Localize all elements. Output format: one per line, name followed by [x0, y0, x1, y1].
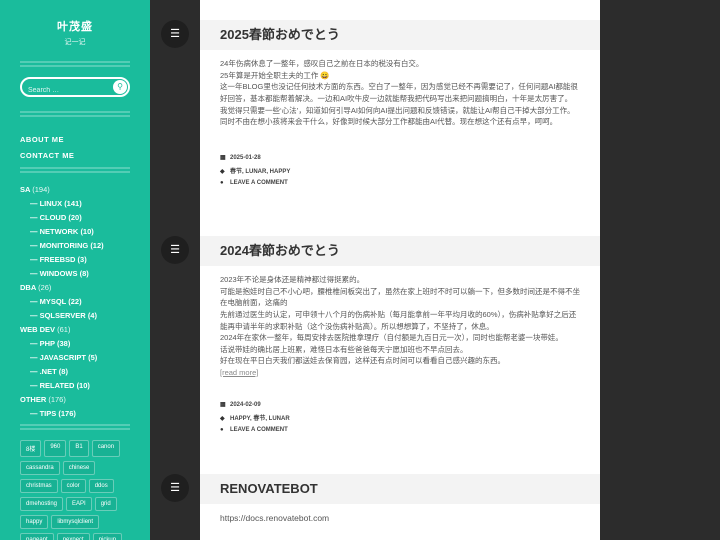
leave-comment-link[interactable]: LEAVE A COMMENT [230, 180, 288, 186]
category-dotnet[interactable]: — .NET (8) [30, 367, 130, 376]
search-icon[interactable]: ⚲ [113, 80, 127, 94]
post-title[interactable]: 2025春節おめでとう [200, 20, 600, 50]
search-input[interactable] [22, 82, 107, 99]
post-paragraph: 话说带娃的确比居上班累，难怪日本有些爸爸每天宁愿加班也不早点回去。 [220, 344, 468, 354]
aside-format-icon[interactable]: ☰ [161, 474, 189, 502]
post-paragraph: 2023年不论是身体还是精神都过得挺累的。 [220, 275, 365, 284]
category-cloud[interactable]: — CLOUD (20) [30, 213, 130, 222]
tag-link[interactable]: 8楼 [20, 440, 42, 457]
post-date[interactable]: 2024-02-09 [230, 402, 261, 408]
category-list: SA (194) — LINUX (141) — CLOUD (20) — NE… [20, 185, 130, 418]
tag-link[interactable]: pexpect [56, 533, 90, 540]
category-web-dev[interactable]: WEB DEV (61) [20, 325, 130, 334]
post-paragraph: 可能是抱娃时自己不小心吧，腰椎椎间板突出了，虽然在家上班时不时可以躺一下，但多数… [220, 286, 580, 308]
divider [20, 61, 130, 67]
tag-link[interactable]: cassandra [20, 461, 60, 475]
category-related[interactable]: — RELATED (10) [30, 381, 130, 390]
tag-cloud: 8楼 960 B1 canon cassandra chinese christ… [20, 440, 130, 540]
category-linux[interactable]: — LINUX (141) [30, 199, 130, 208]
tag-link[interactable]: chinese [62, 461, 96, 475]
post-paragraph: 25年算是开始全职主夫的工作 😀 [220, 70, 330, 80]
post-paragraph: 我觉得只需要一些‘心法’，知道如何引导AI如何向AI提出问题和反馈错误，就能让A… [220, 105, 575, 115]
post-meta: ▦ 2025-01-28 ◆ 春节, LUNAR, HAPPY ● LEAVE A C… [200, 128, 600, 186]
content-area: 2025春節おめでとう 24年伤病休息了一整年，感叹自己之前在日本的税没有白交。… [200, 0, 600, 540]
post-tags[interactable]: HAPPY, 春节, LUNAR [230, 416, 290, 422]
category-monitoring[interactable]: — MONITORING (12) [30, 241, 130, 250]
category-network[interactable]: — NETWORK (10) [30, 227, 130, 236]
post-link[interactable]: https://docs.renovatebot.com [220, 512, 580, 525]
nav-contact-me[interactable]: CONTACT ME [20, 151, 130, 160]
tag-link[interactable]: pageant [20, 533, 54, 540]
tag-link[interactable]: B1 [69, 440, 89, 457]
page-nav: ABOUT ME CONTACT ME [20, 135, 130, 160]
tag-link[interactable]: grid [94, 497, 117, 511]
tag-link[interactable]: happy [20, 515, 49, 529]
post: 2024春節おめでとう 2023年不论是身体还是精神都过得挺累的。 可能是抱娃时… [200, 236, 600, 438]
nav-about-me[interactable]: ABOUT ME [20, 135, 130, 144]
site-title[interactable]: 叶茂盛 [0, 18, 150, 34]
post-content: https://docs.renovatebot.com [200, 504, 600, 525]
category-other[interactable]: OTHER (176) [20, 395, 130, 404]
post-tags[interactable]: 春节, LUNAR, HAPPY [230, 169, 290, 175]
post-paragraph: 24年伤病休息了一整年，感叹自己之前在日本的税没有白交。 [220, 59, 424, 68]
post-meta: ▦ 2024-02-09 ◆ HAPPY, 春节, LUNAR ● LEAVE A C… [200, 379, 600, 433]
tag-icon: ◆ [220, 415, 225, 422]
site-description: 记一记 [64, 39, 86, 46]
tag-link[interactable]: EAPI [66, 497, 92, 511]
post-paragraph: 这一年BLOG里也没记任何技术方面的东西。空白了一整年，因为感觉已经不再需要记了… [220, 82, 578, 103]
calendar-icon: ▦ [220, 401, 226, 408]
post-date[interactable]: 2025-01-28 [230, 155, 261, 161]
leave-comment-link[interactable]: LEAVE A COMMENT [230, 427, 288, 433]
tag-link[interactable]: dmehosting [20, 497, 64, 511]
post: 2025春節おめでとう 24年伤病休息了一整年，感叹自己之前在日本的税没有白交。… [200, 20, 600, 191]
read-more-link[interactable]: [read more] [220, 368, 258, 377]
search-form: ⚲ [20, 77, 130, 99]
divider [20, 424, 130, 430]
category-mysql[interactable]: — MYSQL (22) [30, 297, 130, 306]
post-content: 2023年不论是身体还是精神都过得挺累的。 可能是抱娃时自己不小心吧，腰椎椎间板… [200, 266, 600, 379]
divider [20, 111, 130, 117]
comment-icon: ● [220, 179, 224, 186]
category-windows[interactable]: — WINDOWS (8) [30, 269, 130, 278]
post-paragraph: 先前通过医生的认定，可申领十八个月的伤病补贴（每月能拿前一年平均月收的60%），… [220, 309, 577, 331]
calendar-icon: ▦ [220, 154, 226, 161]
tag-link[interactable]: color [60, 479, 86, 493]
tag-link[interactable]: 960 [44, 440, 67, 457]
post-paragraph: 2024年在家休一整年，每周安排去医院推拿理疗（自付额是九百日元一次），同时也能… [220, 333, 563, 343]
aside-format-icon[interactable]: ☰ [161, 236, 189, 264]
tag-link[interactable]: pickup [92, 533, 123, 540]
sidebar: 叶茂盛 记一记 ⚲ ABOUT ME CONTACT ME SA (194) —… [0, 0, 150, 540]
category-sqlserver[interactable]: — SQLSERVER (4) [30, 311, 130, 320]
post-title[interactable]: RENOVATEBOT [200, 474, 600, 504]
category-freebsd[interactable]: — FREEBSD (3) [30, 255, 130, 264]
post: RENOVATEBOT https://docs.renovatebot.com [200, 474, 600, 525]
post-content: 24年伤病休息了一整年，感叹自己之前在日本的税没有白交。 25年算是开始全职主夫… [200, 50, 600, 128]
category-dba[interactable]: DBA (26) [20, 283, 130, 292]
tag-link[interactable]: canon [91, 440, 121, 457]
category-javascript[interactable]: — JAVASCRIPT (5) [30, 353, 130, 362]
category-php[interactable]: — PHP (38) [30, 339, 130, 348]
divider [20, 167, 130, 173]
post-paragraph: 好在现在平日白天我们都送娃去保育园，这样还有点时间可以看看自己感兴趣的东西。 [220, 356, 505, 366]
tag-icon: ◆ [220, 168, 225, 175]
aside-format-icon[interactable]: ☰ [161, 20, 189, 48]
tag-link[interactable]: christmas [20, 479, 58, 493]
tag-link[interactable]: ddos [88, 479, 114, 493]
category-tips[interactable]: — TIPS (176) [30, 409, 130, 418]
tag-link[interactable]: libmysqlclient [51, 515, 100, 529]
comment-icon: ● [220, 426, 224, 433]
post-title[interactable]: 2024春節おめでとう [200, 236, 600, 266]
post-paragraph: 同时不由在想小孩将来会干什么，好像到时候大部分工作都能由AI代替。现在想这个还有… [220, 117, 558, 127]
category-sa[interactable]: SA (194) [20, 185, 130, 194]
